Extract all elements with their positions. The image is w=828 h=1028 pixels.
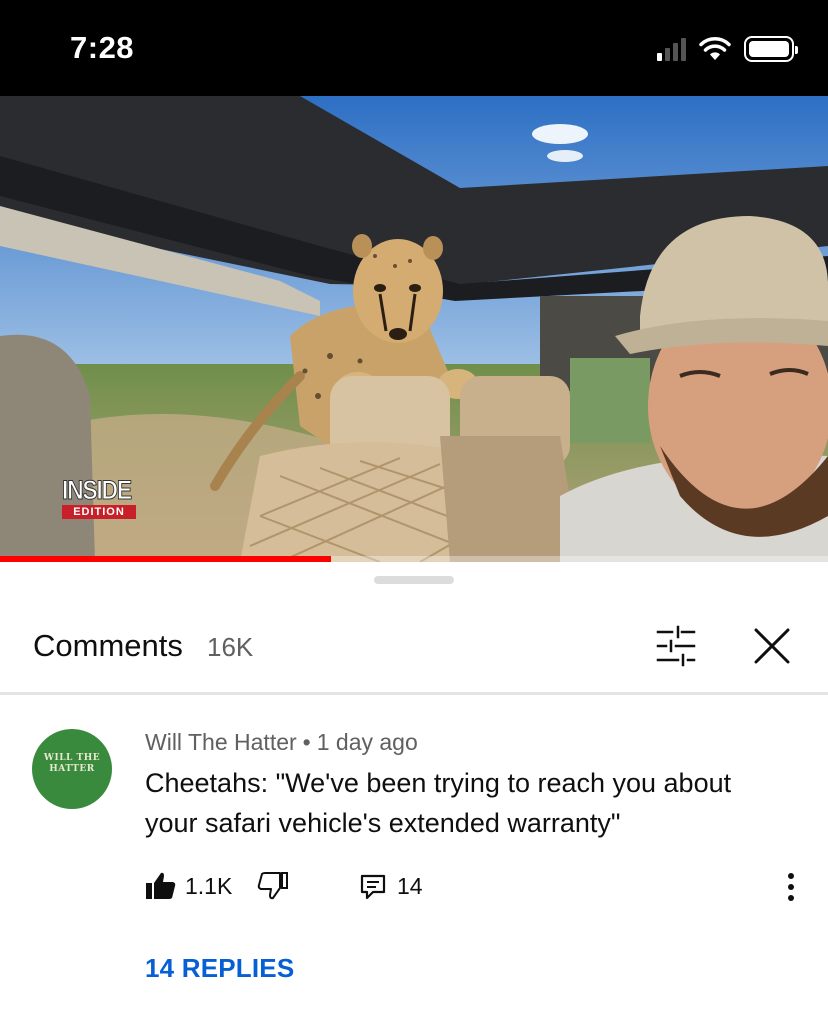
dislike-icon[interactable] [257, 871, 289, 901]
comments-header: Comments 16K [0, 598, 828, 694]
signal-icon [657, 37, 686, 61]
like-count: 1.1K [185, 873, 233, 899]
like-icon[interactable] [145, 871, 177, 901]
reply-count: 14 [397, 873, 423, 899]
video-player[interactable]: INSIDE EDITION [0, 96, 828, 562]
watermark-bottom: EDITION [62, 505, 136, 519]
filter-icon[interactable] [652, 624, 700, 668]
view-replies-button[interactable]: 14 REPLIES [145, 953, 294, 984]
avatar-logo-text: WILL THE HATTER [43, 753, 101, 774]
status-time: 7:28 [70, 30, 135, 65]
comment-meta: Will The Hatter • 1 day ago [145, 729, 418, 756]
comments-title: Comments [33, 628, 183, 663]
close-icon[interactable] [748, 622, 796, 670]
avatar[interactable]: WILL THE HATTER [32, 729, 112, 809]
comment-actions: 1.1K 14 [145, 869, 805, 905]
wifi-icon [699, 37, 731, 60]
watermark-top: INSIDE [62, 475, 133, 505]
drag-handle[interactable] [374, 576, 454, 584]
meta-separator: • [302, 729, 311, 755]
status-icons [657, 36, 798, 62]
inside-edition-watermark: INSIDE EDITION [62, 476, 140, 519]
comment-author[interactable]: Will The Hatter [145, 729, 297, 755]
reply-icon[interactable] [359, 873, 387, 901]
comments-sheet: Comments 16K WILL THE HATTER Will The Ha… [0, 562, 828, 1028]
comment-time: 1 day ago [316, 729, 418, 755]
comment-item: WILL THE HATTER Will The Hatter • 1 day ag… [0, 695, 828, 1028]
battery-icon [744, 36, 798, 62]
comment-text: Cheetahs: "We've been trying to reach yo… [145, 768, 732, 838]
more-options-icon[interactable] [775, 869, 807, 905]
comments-count: 16K [207, 632, 254, 662]
status-bar: 7:28 [0, 0, 828, 96]
